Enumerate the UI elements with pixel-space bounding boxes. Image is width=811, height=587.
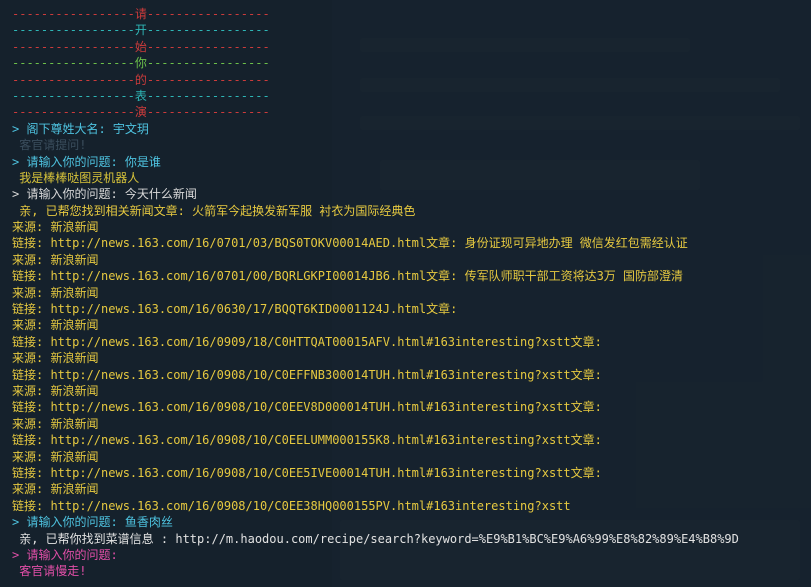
news-source-line: 来源: 新浪新闻 — [12, 449, 99, 464]
question-line: > 请输入你的问题: — [12, 547, 118, 562]
recipe-answer: 亲, 已帮你找到菜谱信息 : http://m.haodou.com/recip… — [12, 531, 739, 546]
farewell-text: 客官请慢走! — [12, 564, 87, 579]
news-link-line: 链接: http://news.163.com/16/0908/10/C0EEV… — [12, 400, 602, 415]
news-source-line: 来源: 新浪新闻 — [12, 252, 99, 267]
terminal-window[interactable]: -----------------请----------------- -----… — [0, 0, 811, 587]
banner-dashes: ----------------- — [12, 72, 135, 87]
banner-dashes: ----------------- — [146, 56, 270, 71]
answer-line: 亲, 已帮您找到相关新闻文章: 火箭军今起换发新军服 衬衣为国际经典色 — [12, 203, 416, 218]
banner-char: 始 — [134, 39, 147, 54]
banner-dashes: ----------------- — [146, 88, 270, 103]
news-link-line: 链接: http://news.163.com/16/0908/10/C0EE5… — [12, 465, 602, 480]
news-link-line: 链接: http://news.163.com/16/0908/10/C0EFF… — [12, 367, 602, 382]
banner-row: -----------------请----------------- — [12, 6, 811, 22]
news-source-line: 来源: 新浪新闻 — [12, 416, 99, 431]
banner-char: 表 — [134, 88, 147, 103]
banner-row: -----------------开----------------- — [12, 22, 811, 38]
name-prompt: > 阁下尊姓大名: 宇文玥 — [12, 121, 149, 136]
news-link-line: 链接: http://news.163.com/16/0630/17/BQQT6… — [12, 302, 458, 317]
banner-dashes: ----------------- — [12, 88, 135, 103]
news-results: 来源: 新浪新闻 链接: http://news.163.com/16/0701/… — [12, 219, 811, 514]
banner-dashes: ----------------- — [12, 23, 135, 38]
question-line: > 请输入你的问题: 鱼香肉丝 — [12, 515, 173, 530]
answer-line: 我是棒棒哒图灵机器人 — [12, 170, 140, 185]
banner-row: -----------------始----------------- — [12, 39, 811, 55]
news-link-line: 链接: http://news.163.com/16/0908/10/C0EE3… — [12, 498, 571, 513]
banner-row: -----------------你----------------- — [12, 55, 811, 71]
banner-row: -----------------演----------------- — [12, 104, 811, 120]
news-source-line: 来源: 新浪新闻 — [12, 318, 99, 333]
banner-char: 的 — [134, 72, 147, 87]
banner-char: 你 — [134, 56, 147, 71]
question-line: > 请输入你的问题: 你是谁 — [12, 154, 161, 169]
news-link-line: 链接: http://news.163.com/16/0908/10/C0EEL… — [12, 433, 602, 448]
news-link-line: 链接: http://news.163.com/16/0701/00/BQRLG… — [12, 269, 684, 284]
banner-dashes: ----------------- — [146, 39, 270, 54]
banner-char: 演 — [134, 105, 147, 120]
news-source-line: 来源: 新浪新闻 — [12, 220, 99, 235]
news-link-line: 链接: http://news.163.com/16/0909/18/C0HTT… — [12, 334, 602, 349]
greeting-text: 客官请提问! — [12, 138, 87, 153]
news-source-line: 来源: 新浪新闻 — [12, 351, 99, 366]
news-source-line: 来源: 新浪新闻 — [12, 383, 99, 398]
banner-char: 开 — [134, 23, 147, 38]
banner-dashes: ----------------- — [12, 39, 135, 54]
news-source-line: 来源: 新浪新闻 — [12, 285, 99, 300]
news-source-line: 来源: 新浪新闻 — [12, 482, 99, 497]
banner-dashes: ----------------- — [12, 7, 135, 21]
banner-dashes: ----------------- — [146, 105, 270, 120]
question-line: > 请输入你的问题: 今天什么新闻 — [12, 187, 197, 202]
news-link-line: 链接: http://news.163.com/16/0701/03/BQS0T… — [12, 236, 688, 251]
banner-dashes: ----------------- — [146, 7, 270, 21]
banner-dashes: ----------------- — [146, 72, 270, 87]
banner-dashes: ----------------- — [146, 23, 270, 38]
ascii-banner: -----------------请----------------- -----… — [12, 6, 811, 121]
banner-dashes: ----------------- — [12, 56, 135, 71]
banner-row: -----------------表----------------- — [12, 88, 811, 104]
banner-char: 请 — [134, 7, 147, 21]
banner-row: -----------------的----------------- — [12, 72, 811, 88]
banner-dashes: ----------------- — [12, 105, 135, 120]
